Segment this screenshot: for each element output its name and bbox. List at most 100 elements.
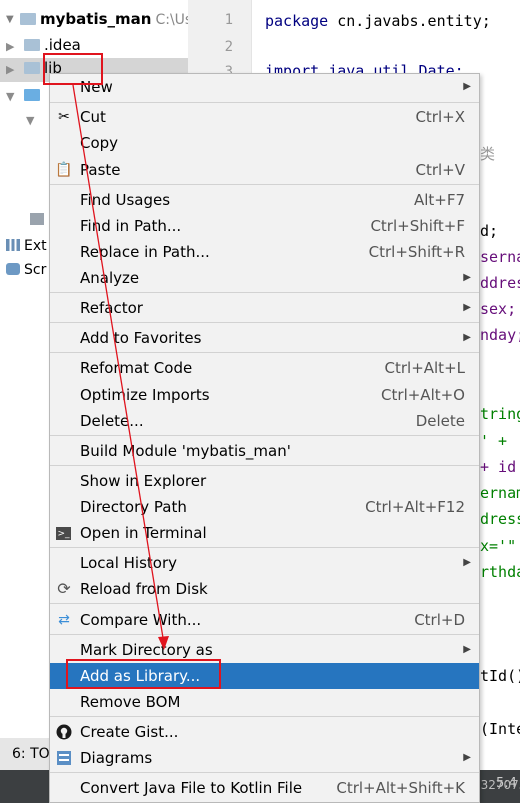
menu-item-compare-with[interactable]: ⇄ Compare With... Ctrl+D xyxy=(50,607,479,633)
submenu-arrow-icon: ▶ xyxy=(463,752,471,763)
code-fragment: 类 xyxy=(480,145,496,163)
menu-item-cut[interactable]: ✂ Cut Ctrl+X xyxy=(50,104,479,130)
collapse-arrow-icon[interactable]: ▶ xyxy=(6,63,24,76)
menu-item-reformat-code[interactable]: Reformat Code Ctrl+Alt+L xyxy=(50,355,479,381)
menu-item-label: Compare With... xyxy=(80,611,202,629)
code-fragment: x='" xyxy=(480,537,517,555)
menu-item-copy[interactable]: Copy xyxy=(50,130,479,156)
menu-item-label: Reformat Code xyxy=(80,359,193,377)
shortcut: Ctrl+Alt+O xyxy=(381,386,465,404)
menu-item-label: Reload from Disk xyxy=(80,580,208,598)
menu-item-build-module[interactable]: Build Module 'mybatis_man' xyxy=(50,438,479,464)
code-text: cn.javabs.entity; xyxy=(328,12,491,30)
add-as-library-highlight-box xyxy=(66,659,221,689)
lib-highlight-box xyxy=(43,53,103,85)
menu-item-directory-path[interactable]: Directory Path Ctrl+Alt+F12 xyxy=(50,494,479,520)
terminal-icon: >_ xyxy=(56,527,71,540)
menu-item-reload-from-disk[interactable]: ⟳ Reload from Disk xyxy=(50,576,479,602)
expand-arrow-icon[interactable]: ▼ xyxy=(6,90,24,103)
expand-arrow-icon[interactable]: ▼ xyxy=(26,114,44,127)
menu-item-find-in-path[interactable]: Find in Path... Ctrl+Shift+F xyxy=(50,213,479,239)
menu-item-local-history[interactable]: Local History ▶ xyxy=(50,550,479,576)
menu-item-label: Copy xyxy=(80,134,119,152)
code-fragment: ernam xyxy=(480,484,520,502)
submenu-arrow-icon: ▶ xyxy=(463,302,471,313)
tree-item-label: .idea xyxy=(44,36,81,54)
code-fragment: dress xyxy=(480,510,520,528)
expand-arrow-icon[interactable]: ▼ xyxy=(6,14,20,25)
folder-icon xyxy=(24,39,40,51)
external-libraries-label: Ext xyxy=(24,238,47,254)
menu-separator xyxy=(50,292,479,293)
shortcut: Ctrl+Shift+R xyxy=(368,243,465,261)
menu-item-convert-to-kotlin[interactable]: Convert Java File to Kotlin File Ctrl+Alt… xyxy=(50,775,479,801)
menu-item-remove-bom[interactable]: Remove BOM xyxy=(50,689,479,715)
iml-file-icon[interactable] xyxy=(30,212,48,228)
submenu-arrow-icon: ▶ xyxy=(463,81,471,92)
menu-item-replace-in-path[interactable]: Replace in Path... Ctrl+Shift+R xyxy=(50,239,479,265)
menu-item-create-gist[interactable]: Create Gist... xyxy=(50,719,479,745)
code-fragment: serna xyxy=(480,248,520,266)
menu-item-label: Analyze xyxy=(80,269,140,287)
menu-item-paste[interactable]: 📋 Paste Ctrl+V xyxy=(50,157,479,183)
code-fragment: (Inte xyxy=(480,720,520,738)
shortcut: Delete xyxy=(415,412,465,430)
tree-item-nested[interactable]: ▼ xyxy=(26,110,44,132)
code-fragment: sex; xyxy=(480,300,517,318)
project-root[interactable]: ▼ mybatis_manC:\User xyxy=(0,0,188,36)
collapse-arrow-icon[interactable]: ▶ xyxy=(6,40,24,53)
folder-icon xyxy=(24,89,40,101)
compare-icon: ⇄ xyxy=(58,612,70,628)
menu-item-delete[interactable]: Delete... Delete xyxy=(50,408,479,434)
menu-item-optimize-imports[interactable]: Optimize Imports Ctrl+Alt+O xyxy=(50,382,479,408)
code-fragment: ddres xyxy=(480,274,520,292)
code-fragment: + id xyxy=(480,458,517,476)
menu-separator xyxy=(50,184,479,185)
menu-item-label: Find in Path... xyxy=(80,217,182,235)
external-libraries[interactable]: Ext xyxy=(6,238,47,254)
menu-item-label: Add to Favorites xyxy=(80,329,202,347)
scissors-icon: ✂ xyxy=(58,109,70,125)
menu-item-new[interactable]: New ▶ xyxy=(50,74,479,100)
scratches[interactable]: Scr xyxy=(6,262,46,278)
scratches-label: Scr xyxy=(24,262,47,278)
context-menu: New ▶ ✂ Cut Ctrl+X Copy 📋 Paste Ctrl+V Find U… xyxy=(49,73,480,803)
menu-item-label: Convert Java File to Kotlin File xyxy=(80,779,303,797)
menu-item-label: Open in Terminal xyxy=(80,524,207,542)
shortcut: Ctrl+X xyxy=(415,108,465,126)
scratches-icon xyxy=(6,263,20,275)
tree-item-src[interactable]: ▼ xyxy=(6,86,44,108)
code-fragment: d; xyxy=(480,222,499,240)
shortcut: Alt+F7 xyxy=(413,191,465,209)
menu-item-show-in-explorer[interactable]: Show in Explorer xyxy=(50,468,479,494)
folder-icon xyxy=(20,13,36,25)
submenu-arrow-icon: ▶ xyxy=(463,272,471,283)
keyword: package xyxy=(265,12,329,30)
shortcut: Ctrl+Alt+F12 xyxy=(365,498,465,516)
menu-item-analyze[interactable]: Analyze ▶ xyxy=(50,265,479,291)
menu-item-diagrams[interactable]: Diagrams ▶ xyxy=(50,745,479,771)
code-fragment: tring xyxy=(480,405,520,423)
menu-item-label: Delete... xyxy=(80,412,144,430)
submenu-arrow-icon: ▶ xyxy=(463,644,471,655)
code-fragment: ' + xyxy=(480,432,508,450)
menu-item-label: Paste xyxy=(80,161,121,179)
project-root-path: C:\User xyxy=(155,12,188,28)
menu-item-label: Remove BOM xyxy=(80,693,181,711)
menu-item-find-usages[interactable]: Find Usages Alt+F7 xyxy=(50,187,479,213)
menu-separator xyxy=(50,716,479,717)
menu-item-add-to-favorites[interactable]: Add to Favorites ▶ xyxy=(50,325,479,351)
menu-item-label: Diagrams xyxy=(80,749,153,767)
menu-separator xyxy=(50,435,479,436)
menu-item-label: Local History xyxy=(80,554,178,572)
code-fragment: tId() xyxy=(480,667,520,685)
github-icon xyxy=(56,724,72,740)
menu-item-open-in-terminal[interactable]: >_ Open in Terminal xyxy=(50,520,479,546)
submenu-arrow-icon: ▶ xyxy=(463,332,471,343)
shortcut: Ctrl+Alt+L xyxy=(384,359,466,377)
line-number: 2 xyxy=(224,39,233,55)
shortcut: Ctrl+D xyxy=(414,611,465,629)
shortcut: Ctrl+Alt+Shift+K xyxy=(336,779,465,797)
menu-separator xyxy=(50,603,479,604)
menu-item-refactor[interactable]: Refactor ▶ xyxy=(50,295,479,321)
